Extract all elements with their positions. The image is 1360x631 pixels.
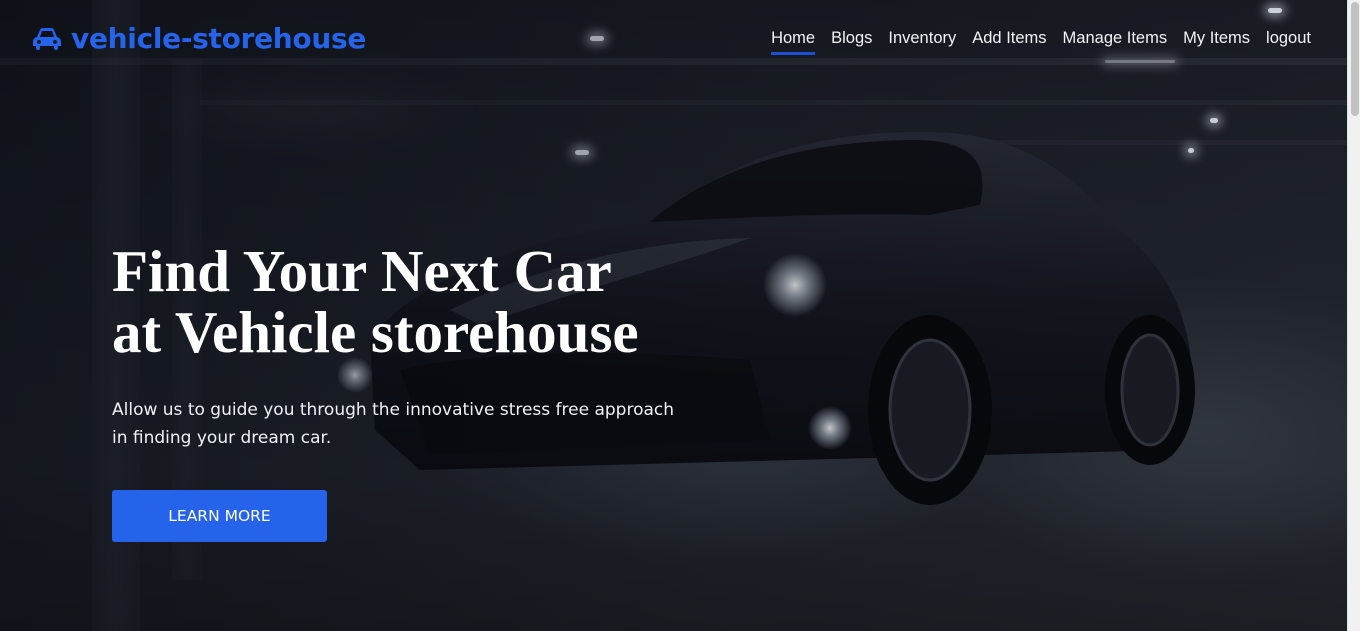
nav-link-add-items[interactable]: Add Items: [972, 29, 1046, 55]
hero-title-line-2: at Vehicle storehouse: [112, 299, 639, 365]
nav-links: Home Blogs Inventory Add Items Manage It…: [771, 29, 1311, 55]
scrollbar-thumb[interactable]: [1351, 2, 1359, 116]
learn-more-button[interactable]: LEARN MORE: [112, 490, 327, 542]
nav-link-my-items[interactable]: My Items: [1183, 29, 1250, 55]
hero-title-line-1: Find Your Next Car: [112, 238, 612, 304]
hero-title: Find Your Next Car at Vehicle storehouse: [112, 241, 812, 363]
hero-section: vehicle-storehouse Home Blogs Inventory …: [0, 0, 1347, 631]
nav-link-blogs[interactable]: Blogs: [831, 29, 872, 55]
nav-link-manage-items[interactable]: Manage Items: [1063, 29, 1168, 55]
brand-logo[interactable]: vehicle-storehouse: [31, 22, 366, 55]
nav-link-logout[interactable]: logout: [1266, 29, 1311, 55]
nav-link-home[interactable]: Home: [771, 29, 816, 55]
top-navbar: vehicle-storehouse Home Blogs Inventory …: [0, 0, 1347, 80]
brand-name: vehicle-storehouse: [71, 22, 367, 55]
page-scrollbar[interactable]: [1347, 0, 1360, 631]
hero-subtitle: Allow us to guide you through the innova…: [112, 400, 675, 448]
car-icon: [33, 27, 61, 50]
nav-link-inventory[interactable]: Inventory: [888, 29, 956, 55]
